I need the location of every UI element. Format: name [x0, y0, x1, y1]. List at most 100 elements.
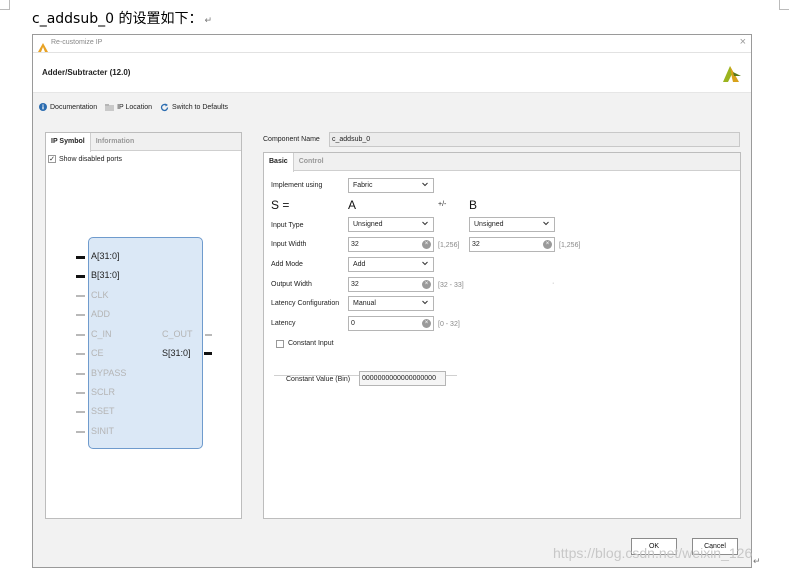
- input-type-b-value: Unsigned: [474, 221, 504, 228]
- show-disabled-ports-checkbox[interactable]: ✓: [48, 155, 56, 163]
- latency-configuration-select[interactable]: Manual: [348, 296, 434, 311]
- input-width-a-range: [1,256]: [438, 242, 460, 249]
- ip-location-label: IP Location: [117, 103, 152, 111]
- ip-symbol-panel: IP Symbol Information ✓ Show disabled po…: [45, 132, 242, 519]
- port-pin: [76, 373, 85, 375]
- latency-label: Latency: [271, 320, 296, 327]
- caption-text: c_addsub_0 的设置如下：: [32, 11, 203, 27]
- port-label: C_OUT: [162, 329, 193, 339]
- toolbar: Documentation IP Location Switch to Defa…: [39, 101, 228, 113]
- tab-ip-symbol[interactable]: IP Symbol: [46, 133, 91, 152]
- ip-name: Adder/Subtracter (12.0): [42, 68, 131, 77]
- latency-field[interactable]: 0 ×: [348, 316, 434, 331]
- switch-to-defaults-button[interactable]: Switch to Defaults: [160, 103, 228, 112]
- latency-configuration-value: Manual: [353, 300, 376, 307]
- port-label: SINIT: [91, 426, 115, 436]
- ip-symbol-block: [88, 237, 203, 449]
- port-pin: [205, 334, 212, 336]
- output-width-range: [32 - 33]: [438, 282, 464, 289]
- input-width-label: Input Width: [271, 241, 307, 248]
- refresh-icon: [160, 103, 169, 112]
- add-mode-select[interactable]: Add: [348, 257, 434, 272]
- port-label: ADD: [91, 309, 111, 319]
- port-pin: [76, 275, 85, 278]
- chevron-down-icon: [422, 260, 428, 268]
- clear-icon[interactable]: ×: [422, 319, 431, 328]
- component-name-field[interactable]: c_addsub_0: [329, 132, 740, 147]
- tab-information[interactable]: Information: [91, 133, 140, 150]
- vivado-brand-icon: [721, 64, 741, 87]
- stray-dot: ·: [552, 280, 555, 287]
- corner-mark-right: [779, 0, 789, 10]
- input-type-a-value: Unsigned: [353, 221, 383, 228]
- implement-using-value: Fabric: [353, 182, 373, 189]
- equation-b: B: [469, 198, 478, 212]
- configuration-panel: Component Name c_addsub_0 Basic Control …: [263, 132, 741, 519]
- tab-basic[interactable]: Basic: [264, 153, 294, 172]
- config-tabs: Basic Control: [264, 153, 740, 172]
- port-label: CLK: [91, 290, 109, 300]
- input-width-b-range: [1,256]: [559, 242, 581, 249]
- constant-value-label: Constant Value (Bin): [286, 376, 351, 383]
- port-label: C_IN: [91, 329, 112, 339]
- port-pin: [76, 431, 85, 433]
- folder-icon: [105, 103, 115, 111]
- port-pin: [76, 411, 85, 413]
- output-width-field[interactable]: 32 ×: [348, 277, 434, 292]
- equation-operator: +/-: [438, 201, 447, 208]
- input-type-b-select[interactable]: Unsigned: [469, 217, 555, 232]
- output-width-value: 32: [351, 281, 359, 288]
- port-pin: [76, 353, 85, 355]
- port-label: B[31:0]: [91, 270, 120, 280]
- clear-icon[interactable]: ×: [543, 240, 552, 249]
- constant-value-field[interactable]: 0000000000000000000: [359, 371, 446, 386]
- port-label: SCLR: [91, 387, 116, 397]
- ip-location-button[interactable]: IP Location: [105, 103, 152, 111]
- customize-ip-dialog: Re-customize IP × Adder/Subtracter (12.0…: [32, 34, 752, 568]
- equation-s: S =: [271, 198, 290, 212]
- port-label: BYPASS: [91, 368, 127, 378]
- input-type-a-select[interactable]: Unsigned: [348, 217, 434, 232]
- port-pin: [76, 314, 85, 316]
- tab-control[interactable]: Control: [294, 153, 329, 170]
- port-pin: [76, 334, 85, 336]
- switch-to-defaults-label: Switch to Defaults: [172, 103, 229, 111]
- port-label: CE: [91, 348, 104, 358]
- title-bar: Re-customize IP ×: [33, 35, 751, 53]
- return-mark: ↵: [753, 556, 761, 566]
- output-width-label: Output Width: [271, 281, 312, 288]
- port-pin: [204, 352, 212, 355]
- constant-input-checkbox[interactable]: [276, 340, 284, 348]
- equation-a: A: [348, 198, 357, 212]
- implement-using-select[interactable]: Fabric: [348, 178, 434, 193]
- corner-mark-left: [0, 0, 10, 10]
- port-label: SSET: [91, 406, 115, 416]
- show-disabled-ports-row: ✓ Show disabled ports: [48, 155, 122, 163]
- constant-input-label: Constant Input: [288, 340, 334, 347]
- close-icon[interactable]: ×: [740, 36, 746, 48]
- return-mark: ↵: [204, 16, 213, 26]
- implement-using-label: Implement using: [271, 182, 323, 189]
- input-width-a-field[interactable]: 32 ×: [348, 237, 434, 252]
- window-title: Re-customize IP: [51, 39, 103, 46]
- input-type-label: Input Type: [271, 222, 304, 229]
- add-mode-label: Add Mode: [271, 261, 303, 268]
- latency-value: 0: [351, 320, 355, 327]
- clear-icon[interactable]: ×: [422, 280, 431, 289]
- input-width-b-field[interactable]: 32 ×: [469, 237, 555, 252]
- clear-icon[interactable]: ×: [422, 240, 431, 249]
- watermark: https://blog.csdn.net/weixin_126: [553, 545, 753, 561]
- input-width-a-value: 32: [351, 241, 359, 248]
- basic-settings-panel: Basic Control Implement using Fabric S =…: [263, 152, 741, 519]
- chevron-down-icon: [422, 220, 428, 228]
- ip-header: Adder/Subtracter (12.0): [33, 53, 751, 93]
- port-label: A[31:0]: [91, 251, 120, 261]
- documentation-button[interactable]: Documentation: [39, 103, 97, 111]
- chevron-down-icon: [422, 299, 428, 307]
- latency-range: [0 - 32]: [438, 321, 460, 328]
- add-mode-value: Add: [353, 261, 366, 268]
- input-width-b-value: 32: [472, 241, 480, 248]
- documentation-label: Documentation: [50, 103, 98, 111]
- chevron-down-icon: [422, 181, 428, 189]
- info-icon: [39, 103, 47, 111]
